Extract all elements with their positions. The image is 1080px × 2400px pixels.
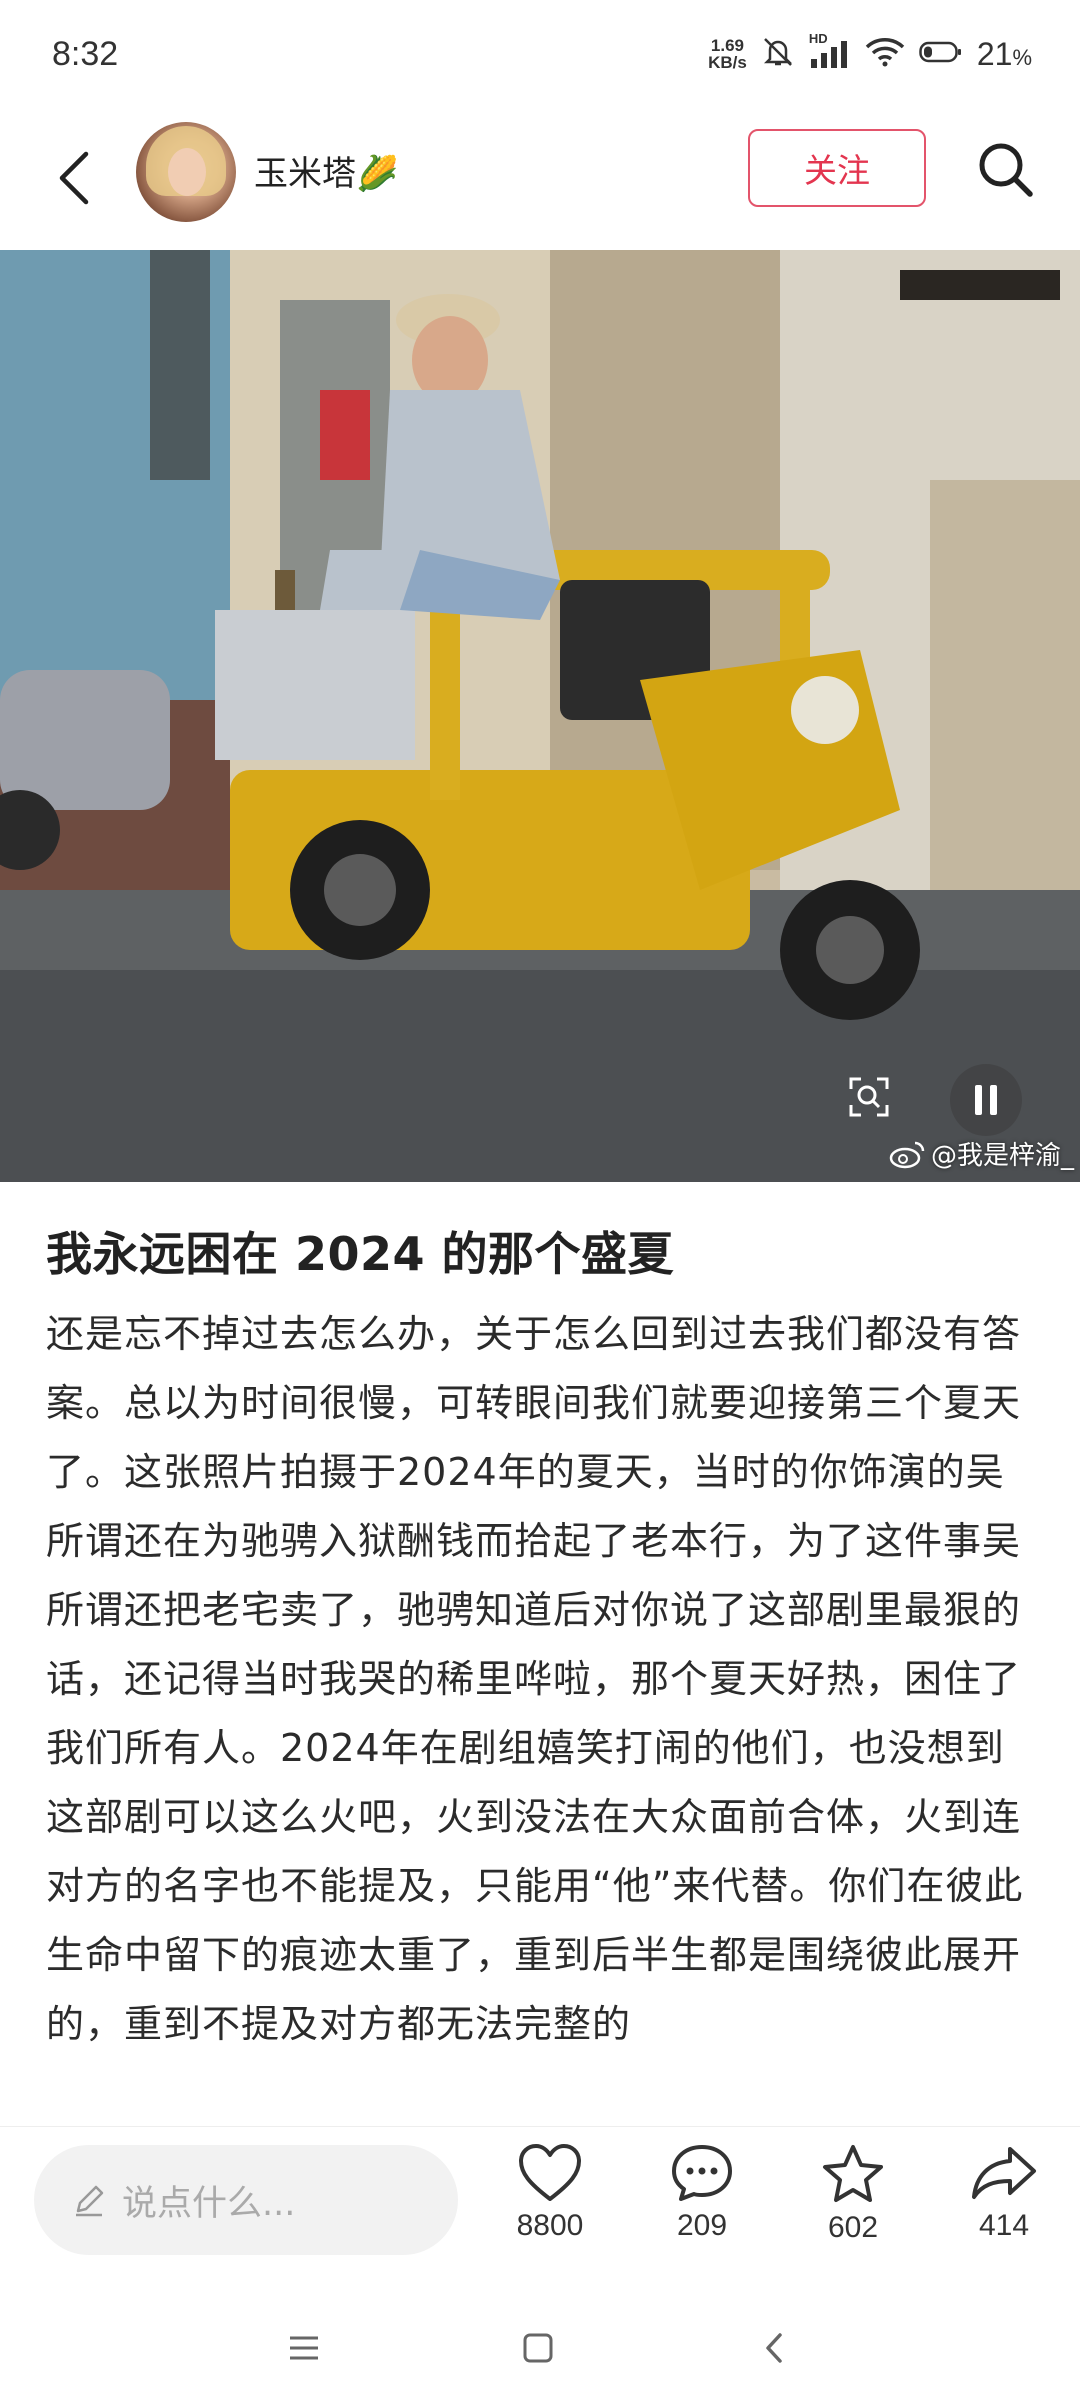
comment-input[interactable]: 说点什么...	[34, 2145, 458, 2255]
battery-percent-value: 21	[976, 35, 1013, 72]
share-count: 414	[978, 2209, 1030, 2242]
article-body: 还是忘不掉过去怎么办，关于怎么回到过去我们都没有答案。总以为时间很慢，可转眼间我…	[46, 1312, 1024, 2046]
network-speed-unit: KB/s	[708, 53, 747, 72]
home-square-icon	[523, 2333, 553, 2363]
weibo-logo-icon	[889, 1141, 925, 1168]
menu-icon	[290, 2336, 318, 2360]
comment-count: 209	[676, 2209, 728, 2242]
status-bar: 8:32 1.69 KB/s HD 21%	[0, 0, 1080, 108]
network-speed-value: 1.69	[710, 36, 745, 55]
avatar-face	[168, 148, 206, 196]
like-count: 8800	[516, 2209, 584, 2242]
nav-back-button[interactable]	[744, 2318, 804, 2378]
image-scan-icon	[849, 1077, 889, 1117]
wifi-icon	[865, 37, 905, 71]
like-button[interactable]: 8800	[490, 2143, 610, 2243]
status-icons: 1.69 KB/s HD 21%	[708, 31, 1032, 73]
recent-apps-button[interactable]	[274, 2318, 334, 2378]
follow-button[interactable]: 关注	[748, 129, 926, 207]
battery-percent: 21%	[977, 36, 1032, 73]
comment-placeholder: 说点什么...	[122, 2183, 296, 2224]
watermark-text: @我是梓渝_	[930, 1141, 1074, 1171]
photo-watermark: @我是梓渝_	[889, 1135, 1074, 1172]
signal-icon: HD	[809, 31, 851, 69]
share-button[interactable]: 414	[944, 2143, 1064, 2243]
back-arrow-icon	[59, 151, 89, 205]
author-avatar[interactable]	[136, 122, 236, 222]
favorite-button[interactable]: 602	[793, 2143, 913, 2245]
system-nav-bar	[0, 2290, 1080, 2400]
author-name[interactable]: 玉米塔🌽	[254, 146, 398, 195]
search-icon	[979, 143, 1033, 197]
chevron-left-icon	[766, 2333, 782, 2363]
battery-percent-unit: %	[1012, 44, 1032, 70]
back-button[interactable]	[44, 138, 104, 218]
mute-icon	[761, 35, 795, 73]
heart-icon	[519, 2144, 581, 2201]
bottom-action-bar: 说点什么... 8800 209 602 414	[0, 2126, 1080, 2290]
image-search-button[interactable]	[842, 1070, 896, 1124]
signal-hd-label: HD	[808, 31, 828, 46]
network-speed: 1.69 KB/s	[708, 37, 747, 71]
search-button[interactable]	[970, 134, 1040, 204]
home-button[interactable]	[508, 2318, 568, 2378]
star-icon	[823, 2145, 883, 2202]
favorite-count: 602	[827, 2211, 879, 2244]
battery-icon	[919, 40, 963, 68]
comment-bubble-icon	[672, 2145, 732, 2201]
share-arrow-icon	[972, 2147, 1036, 2199]
post-photo[interactable]: @我是梓渝_	[0, 250, 1080, 1182]
article-title: 我永远困在 2024 的那个盛夏	[46, 1227, 675, 1281]
status-time: 8:32	[52, 34, 119, 73]
pencil-icon	[76, 2185, 104, 2217]
pause-button[interactable]	[950, 1064, 1022, 1136]
comment-button[interactable]: 209	[642, 2143, 762, 2243]
pause-icon	[975, 1085, 997, 1115]
photo-scene	[0, 250, 1080, 1182]
post-header: 玉米塔🌽 关注	[0, 108, 1080, 250]
